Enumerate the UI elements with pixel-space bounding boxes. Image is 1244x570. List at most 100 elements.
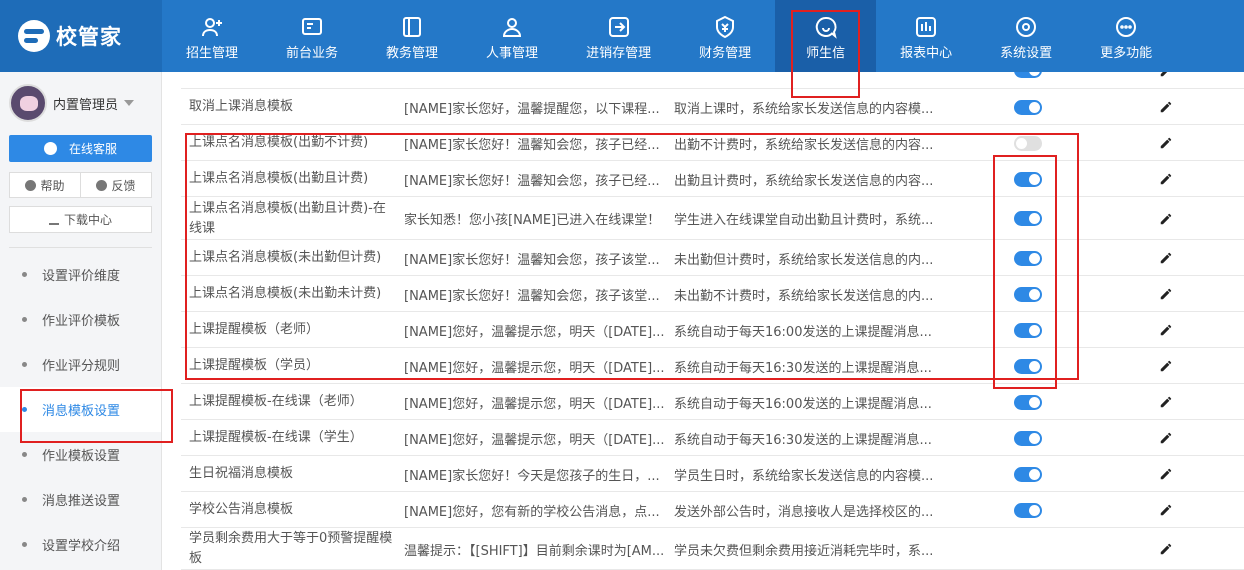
edit-pencil-icon[interactable] [1159, 542, 1173, 556]
table-row: 取消上课消息模板 [NAME]家长您好，温馨提醒您，以下课程... 取消上课时，系统… [181, 89, 1244, 125]
sidebar-item-4[interactable]: 作业模板设置 [0, 432, 161, 477]
template-content: [NAME]您好，温馨提示您，明天（[DATE]... [404, 324, 665, 340]
toggle-cell [1013, 492, 1043, 528]
enable-toggle[interactable] [1014, 358, 1042, 374]
nav-item-8[interactable]: 系统设置 [976, 0, 1076, 72]
template-description: 出勤不计费时，系统给家长发送信息的内容... [674, 137, 934, 153]
edit-cell [1156, 456, 1176, 492]
feedback-button[interactable]: 反馈 [81, 172, 152, 198]
edit-pencil-icon[interactable] [1159, 323, 1173, 337]
download-center-button[interactable]: 下载中心 [9, 206, 152, 233]
bullet-icon [22, 542, 27, 547]
template-content: [NAME]您好，温馨提示您，明天（[DATE]... [404, 360, 665, 376]
nav-item-6[interactable]: 师生信 [775, 0, 877, 72]
sidebar-item-6[interactable]: 设置学校介绍 [0, 522, 161, 567]
table-row [181, 72, 1244, 89]
enable-toggle[interactable] [1014, 394, 1042, 410]
template-content: [NAME]您好，温馨提示您，明天（[DATE]... [404, 396, 665, 412]
nav-item-1[interactable]: 前台业务 [262, 0, 362, 72]
edit-cell [1156, 125, 1176, 161]
table-row: 上课点名消息模板(未出勤但计费) [NAME]家长您好！温馨知会您，孩子该堂...… [181, 240, 1244, 276]
sidebar-item-label: 消息模板设置 [42, 404, 121, 419]
enable-toggle[interactable] [1014, 135, 1042, 151]
user-menu[interactable]: 内置管理员 [0, 72, 161, 134]
app-logo[interactable]: 校管家 [0, 0, 162, 72]
enable-toggle[interactable] [1014, 286, 1042, 302]
template-content: 温馨提示：【[SHIFT]】目前剩余课时为[AM... [404, 543, 665, 559]
sidebar-item-5[interactable]: 消息推送设置 [0, 477, 161, 522]
table-row: 生日祝福消息模板 [NAME]家长您好！今天是您孩子的生日，... 学员生日时，系统… [181, 456, 1244, 492]
template-name: 上课点名消息模板(未出勤未计费) [189, 286, 382, 301]
nav-item-3[interactable]: 人事管理 [462, 0, 562, 72]
table-row: 上课提醒模板-在线课（学生） [NAME]您好，温馨提示您，明天（[DATE]..… [181, 420, 1244, 456]
edit-pencil-icon[interactable] [1159, 287, 1173, 301]
edit-pencil-icon[interactable] [1159, 212, 1173, 226]
chat-icon [43, 142, 57, 155]
help-label: 帮助 [40, 178, 65, 193]
template-description: 学员未欠费但剩余费用接近消耗完毕时，系... [674, 543, 934, 559]
template-content: [NAME]家长您好！今天是您孩子的生日，... [404, 468, 660, 484]
enable-toggle[interactable] [1014, 171, 1042, 187]
template-name: 上课点名消息模板(未出勤但计费) [189, 250, 382, 265]
top-navbar: 校管家 招生管理 前台业务 教务管理 人事管理 进销存管理 财务管理 师生信 报表中心 系统设置… [0, 0, 1244, 72]
nav-item-2[interactable]: 教务管理 [362, 0, 462, 72]
table-row: 上课提醒模板-在线课（老师） [NAME]您好，温馨提示您，明天（[DATE]..… [181, 384, 1244, 420]
sidebar-item-3[interactable]: 消息模板设置 [0, 387, 161, 432]
enable-toggle[interactable] [1014, 322, 1042, 338]
sidebar-item-label: 消息推送设置 [42, 494, 121, 509]
table-row: 上课点名消息模板(未出勤未计费) [NAME]家长您好！温馨知会您，孩子该堂...… [181, 276, 1244, 312]
bullet-icon [22, 407, 27, 412]
enable-toggle[interactable] [1014, 466, 1042, 482]
sidebar-item-0[interactable]: 设置评价维度 [0, 252, 161, 297]
edit-pencil-icon[interactable] [1159, 467, 1173, 481]
template-description: 系统自动于每天16:30发送的上课提醒消息... [674, 432, 932, 448]
online-service-label: 在线客服 [68, 142, 117, 156]
sidebar-item-label: 作业评分规则 [42, 359, 121, 374]
enable-toggle[interactable] [1014, 430, 1042, 446]
edit-pencil-icon[interactable] [1159, 395, 1173, 409]
user-plus-icon [200, 12, 224, 42]
edit-cell [1156, 240, 1176, 276]
sidebar-item-1[interactable]: 作业评价模板 [0, 297, 161, 342]
bullet-icon [22, 272, 27, 277]
edit-cell [1156, 420, 1176, 456]
bar-chart-icon [914, 12, 938, 42]
edit-pencil-icon[interactable] [1159, 172, 1173, 186]
edit-cell [1156, 312, 1176, 348]
edit-pencil-icon[interactable] [1159, 72, 1173, 78]
edit-pencil-icon[interactable] [1159, 503, 1173, 517]
enable-toggle[interactable] [1014, 211, 1042, 226]
template-description: 系统自动于每天16:00发送的上课提醒消息... [674, 324, 932, 340]
toggle-cell [1013, 240, 1043, 276]
enable-toggle[interactable] [1014, 72, 1042, 78]
table-row: 上课点名消息模板(出勤且计费) [NAME]家长您好！温馨知会您，孩子已经... 出… [181, 161, 1244, 197]
chevron-down-icon[interactable] [124, 100, 135, 106]
template-content: [NAME]家长您好！温馨知会您，孩子已经... [404, 137, 660, 153]
edit-pencil-icon[interactable] [1159, 431, 1173, 445]
sidebar-item-2[interactable]: 作业评分规则 [0, 342, 161, 387]
toggle-cell [1013, 72, 1043, 89]
enable-toggle[interactable] [1014, 99, 1042, 115]
edit-pencil-icon[interactable] [1159, 251, 1173, 265]
enable-toggle[interactable] [1014, 502, 1042, 518]
edit-pencil-icon[interactable] [1159, 100, 1173, 114]
template-table: 取消上课消息模板 [NAME]家长您好，温馨提醒您，以下课程... 取消上课时，系统… [181, 72, 1244, 570]
nav-item-7[interactable]: 报表中心 [876, 0, 976, 72]
person-icon [500, 12, 524, 42]
toggle-cell [1013, 89, 1043, 125]
enable-toggle[interactable] [1014, 250, 1042, 266]
nav-label: 进销存管理 [586, 45, 652, 61]
edit-pencil-icon[interactable] [1159, 136, 1173, 150]
nav-item-5[interactable]: 财务管理 [675, 0, 775, 72]
nav-item-4[interactable]: 进销存管理 [562, 0, 675, 72]
edit-pencil-icon[interactable] [1159, 359, 1173, 373]
nav-item-9[interactable]: 更多功能 [1076, 0, 1176, 72]
more-icon [1114, 12, 1138, 42]
download-icon [48, 215, 59, 225]
online-service-button[interactable]: 在线客服 [9, 135, 152, 162]
nav-item-0[interactable]: 招生管理 [162, 0, 262, 72]
template-name: 上课点名消息模板(出勤不计费) [189, 135, 369, 150]
avatar[interactable] [9, 84, 47, 122]
gear-icon [1014, 12, 1038, 42]
help-button[interactable]: 帮助 [9, 172, 81, 198]
